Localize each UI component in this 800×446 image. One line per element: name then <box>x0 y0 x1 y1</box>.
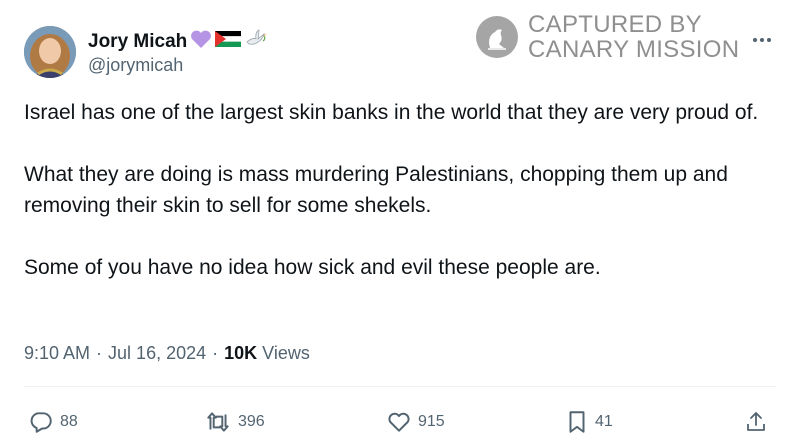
tweet-meta: 9:10 AM · Jul 16, 2024 · 10K Views <box>24 343 310 364</box>
tweet-card: Jory Micah @jorymicah CAPTURED BY CANARY… <box>0 0 800 446</box>
more-dot-icon <box>760 38 764 42</box>
repost-button[interactable]: 396 <box>204 408 265 436</box>
avatar[interactable] <box>24 26 76 78</box>
tweet-paragraph: What they are doing is mass murdering Pa… <box>24 163 728 217</box>
canary-logo-icon <box>476 16 518 58</box>
dove-icon <box>244 28 268 56</box>
like-count: 915 <box>418 413 445 430</box>
repost-count: 396 <box>238 413 265 430</box>
bookmark-icon <box>565 409 589 435</box>
author-display-name[interactable]: Jory Micah <box>88 28 268 56</box>
views-count: 10K <box>224 343 258 363</box>
more-options-button[interactable] <box>748 30 776 50</box>
divider <box>24 386 776 387</box>
reply-icon <box>28 409 54 435</box>
author-name-text[interactable]: Jory Micah <box>88 31 187 53</box>
bookmark-count: 41 <box>595 413 613 430</box>
tweet-paragraph: Israel has one of the largest skin banks… <box>24 101 759 124</box>
tweet-text: Israel has one of the largest skin banks… <box>24 97 776 283</box>
bookmark-button[interactable]: 41 <box>565 408 613 436</box>
like-button[interactable]: 915 <box>386 408 445 436</box>
more-dot-icon <box>753 38 757 42</box>
more-dot-icon <box>767 38 771 42</box>
repost-icon <box>204 409 232 435</box>
watermark-line-2: CANARY MISSION <box>528 36 740 63</box>
meta-separator: · <box>212 343 219 363</box>
reply-button[interactable]: 88 <box>28 408 78 436</box>
watermark-line-1: CAPTURED BY <box>528 11 702 38</box>
reply-count: 88 <box>60 413 78 430</box>
author-handle[interactable]: @jorymicah <box>88 55 183 76</box>
tweet-paragraph: Some of you have no idea how sick and ev… <box>24 256 601 279</box>
share-icon <box>744 409 768 435</box>
palestine-flag-icon <box>215 31 242 53</box>
watermark: CAPTURED BY CANARY MISSION <box>476 12 739 62</box>
tweet-time[interactable]: 9:10 AM <box>24 343 90 364</box>
tweet-date[interactable]: Jul 16, 2024 <box>108 343 206 364</box>
share-button[interactable] <box>744 408 768 436</box>
purple-heart-icon <box>190 29 212 55</box>
watermark-text: CAPTURED BY CANARY MISSION <box>528 12 739 62</box>
views-label: Views <box>262 343 310 363</box>
heart-icon <box>386 409 412 435</box>
meta-separator: · <box>96 343 103 363</box>
